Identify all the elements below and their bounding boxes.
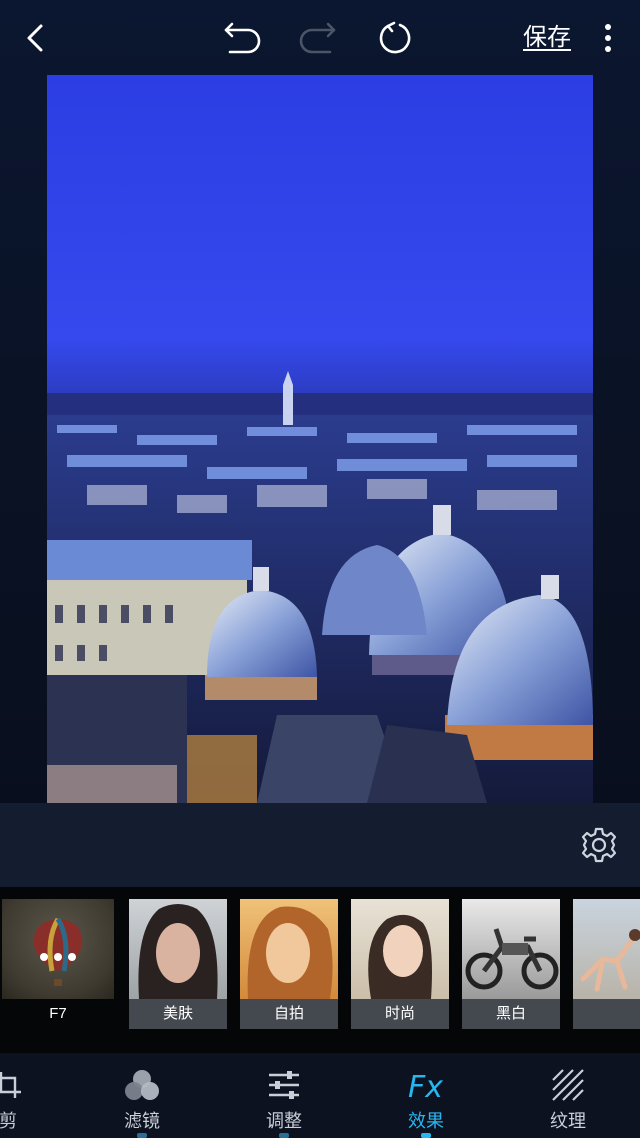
- filter-circles-icon: [122, 1065, 162, 1105]
- top-toolbar: 保存: [0, 0, 640, 76]
- effect-selfie[interactable]: 自拍: [240, 899, 338, 1029]
- portrait-thumbnail: [351, 899, 449, 999]
- tab-indicator: [421, 1133, 431, 1138]
- effect-label: 黑白: [462, 999, 560, 1029]
- tab-label: 效果: [408, 1111, 444, 1131]
- effect-blackwhite[interactable]: 黑白: [462, 899, 560, 1029]
- effects-strip: F7 美肤 自拍 时尚 黑白: [0, 887, 640, 1053]
- motorcycle-thumbnail: [462, 899, 560, 999]
- options-bar: [0, 803, 640, 887]
- portrait-thumbnail: [129, 899, 227, 999]
- fx-icon: Fx: [406, 1065, 446, 1105]
- more-vertical-icon: [605, 24, 611, 52]
- undo-icon: [224, 22, 261, 54]
- balloon-thumbnail: [2, 899, 114, 999]
- tab-adjust[interactable]: 调整: [234, 1053, 334, 1138]
- redo-icon: [299, 22, 336, 54]
- rotate-icon: [379, 21, 411, 54]
- effect-beauty[interactable]: 美肤: [129, 899, 227, 1029]
- effect-label: 时尚: [351, 999, 449, 1029]
- bottom-tabbar: 剪 滤镜 调整 Fx 效果 纹理: [0, 1053, 640, 1138]
- reset-button[interactable]: [376, 18, 416, 58]
- svg-text:Fx: Fx: [408, 1070, 443, 1103]
- chevron-left-icon: [27, 24, 43, 52]
- undo-button[interactable]: [222, 18, 262, 58]
- portrait-thumbnail: [240, 899, 338, 999]
- crop-icon: [0, 1065, 28, 1105]
- tab-label: 调整: [266, 1111, 302, 1131]
- effect-f7[interactable]: F7: [2, 899, 114, 1029]
- effect-label: Loft: [573, 999, 640, 1029]
- photo-canvas[interactable]: [47, 75, 593, 803]
- gear-icon: [581, 827, 617, 863]
- tab-indicator: [279, 1133, 289, 1138]
- effect-label: F7: [49, 1005, 67, 1022]
- tab-crop[interactable]: 剪: [0, 1053, 58, 1138]
- tab-texture[interactable]: 纹理: [518, 1053, 618, 1138]
- effect-fashion[interactable]: 时尚: [351, 899, 449, 1029]
- dancer-thumbnail: [573, 899, 640, 999]
- effect-loft[interactable]: Loft: [573, 899, 640, 1029]
- more-button[interactable]: [590, 18, 626, 58]
- tab-label: 纹理: [550, 1111, 586, 1131]
- settings-button[interactable]: [580, 826, 618, 864]
- venice-photo: [47, 75, 593, 803]
- tab-label: 滤镜: [124, 1111, 160, 1131]
- effect-label: 美肤: [129, 999, 227, 1029]
- tab-filters[interactable]: 滤镜: [92, 1053, 192, 1138]
- redo-button[interactable]: [298, 18, 338, 58]
- effect-label: 自拍: [240, 999, 338, 1029]
- sliders-icon: [264, 1065, 304, 1105]
- tab-label: 剪: [0, 1111, 17, 1131]
- back-button[interactable]: [16, 18, 56, 58]
- texture-icon: [548, 1065, 588, 1105]
- tab-effects[interactable]: Fx 效果: [376, 1053, 476, 1138]
- tab-indicator: [137, 1133, 147, 1138]
- save-button[interactable]: 保存: [512, 18, 582, 58]
